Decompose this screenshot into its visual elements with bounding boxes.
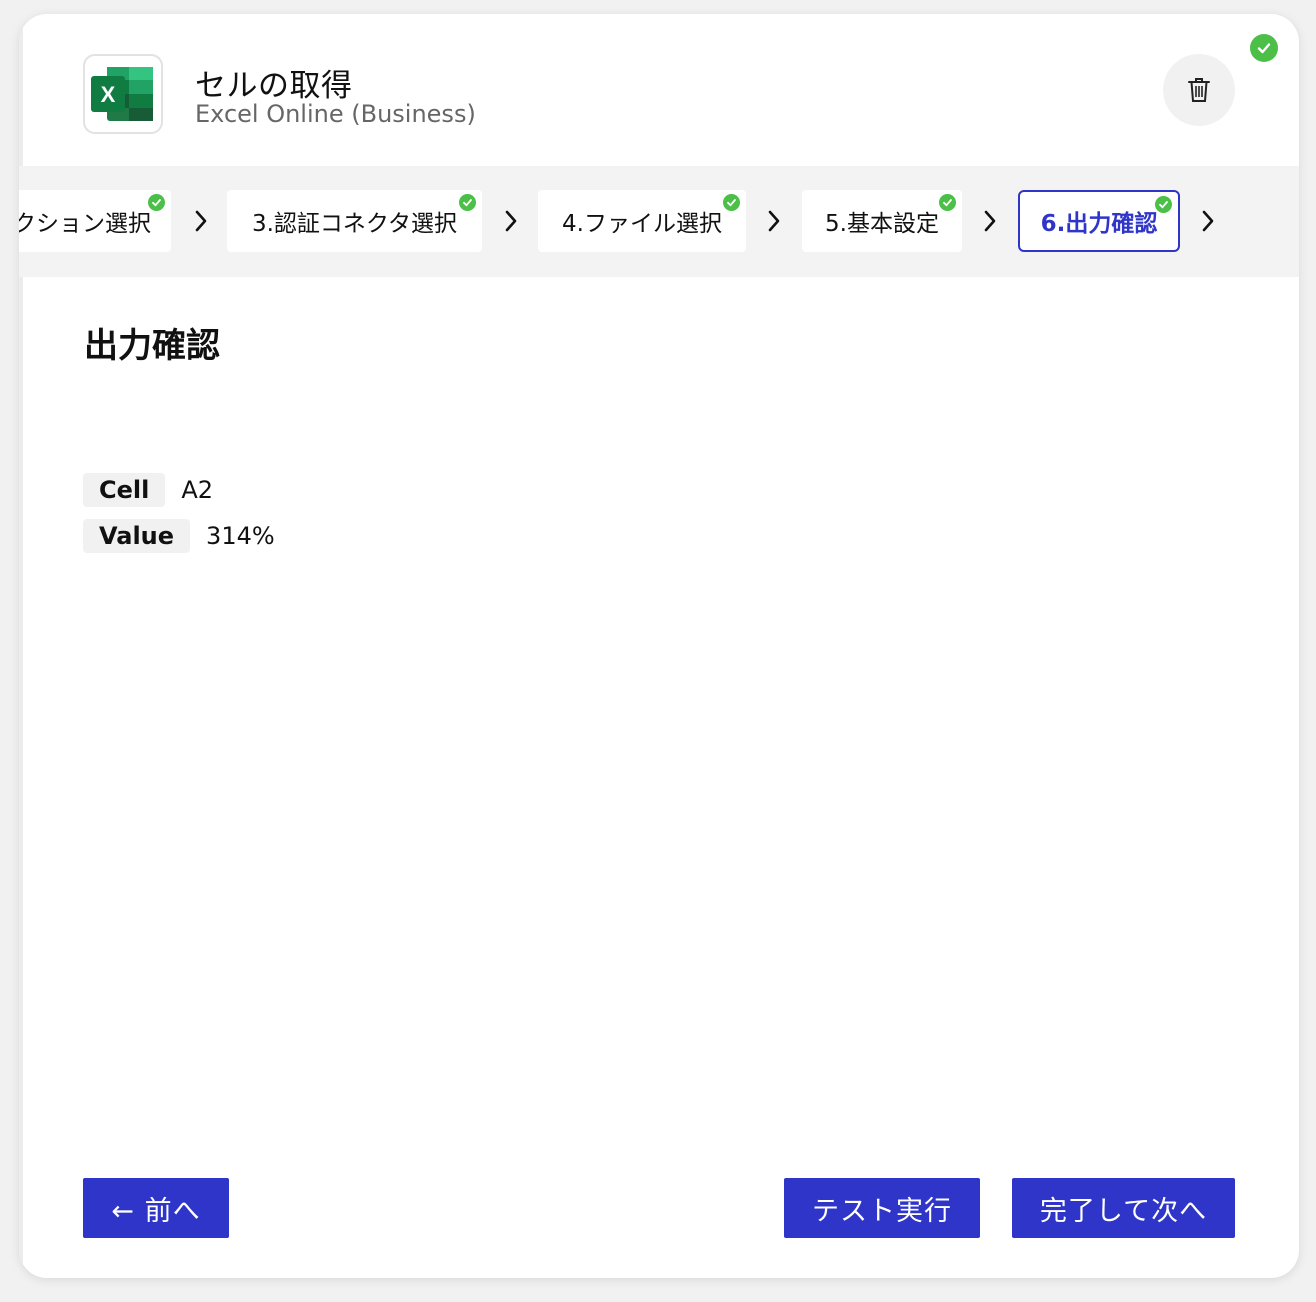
check-icon	[1155, 196, 1172, 213]
step-output-confirm[interactable]: 6.出力確認	[1018, 190, 1180, 252]
action-card: X セルの取得 Excel Online (Business) ァクション選択 …	[19, 14, 1299, 1278]
trash-icon	[1188, 78, 1210, 102]
delete-button[interactable]	[1163, 54, 1235, 126]
action-title: セルの取得	[195, 68, 353, 104]
svg-text:X: X	[101, 82, 116, 107]
step-file-select[interactable]: 4.ファイル選択	[538, 190, 746, 252]
chevron-right-icon	[768, 210, 780, 232]
step-label: 4.ファイル選択	[562, 211, 722, 237]
step-label: 6.出力確認	[1040, 211, 1158, 237]
chevron-right-icon	[1202, 210, 1214, 232]
output-row-value: Value 314%	[83, 519, 275, 553]
check-icon	[148, 194, 165, 211]
section-title: 出力確認	[84, 326, 220, 366]
check-icon	[939, 194, 956, 211]
output-key: Cell	[83, 473, 166, 507]
test-run-button[interactable]: テスト実行	[784, 1178, 980, 1238]
check-icon	[723, 194, 740, 211]
output-row-cell: Cell A2	[83, 473, 213, 507]
check-icon	[459, 194, 476, 211]
chevron-right-icon	[195, 210, 207, 232]
complete-next-button[interactable]: 完了して次へ	[1012, 1178, 1235, 1238]
connector-name: Excel Online (Business)	[195, 100, 476, 128]
step-label: 3.認証コネクタ選択	[251, 211, 458, 237]
step-action-select[interactable]: ァクション選択	[19, 190, 171, 252]
excel-icon: X	[83, 54, 163, 134]
step-label: ァクション選択	[19, 211, 151, 237]
output-value: 314%	[206, 522, 275, 550]
check-circle-icon	[1250, 34, 1278, 62]
chevron-right-icon	[984, 210, 996, 232]
step-label: 5.基本設定	[825, 211, 939, 237]
output-key: Value	[83, 519, 191, 553]
output-value: A2	[181, 476, 214, 504]
back-button[interactable]: ← 前へ	[83, 1178, 229, 1238]
chevron-right-icon	[505, 210, 517, 232]
step-auth-connector[interactable]: 3.認証コネクタ選択	[227, 190, 482, 252]
step-navigator: ァクション選択 3.認証コネクタ選択 4.ファイル選択 5.基本設定 6.出力確…	[19, 166, 1299, 277]
step-basic-settings[interactable]: 5.基本設定	[802, 190, 962, 252]
